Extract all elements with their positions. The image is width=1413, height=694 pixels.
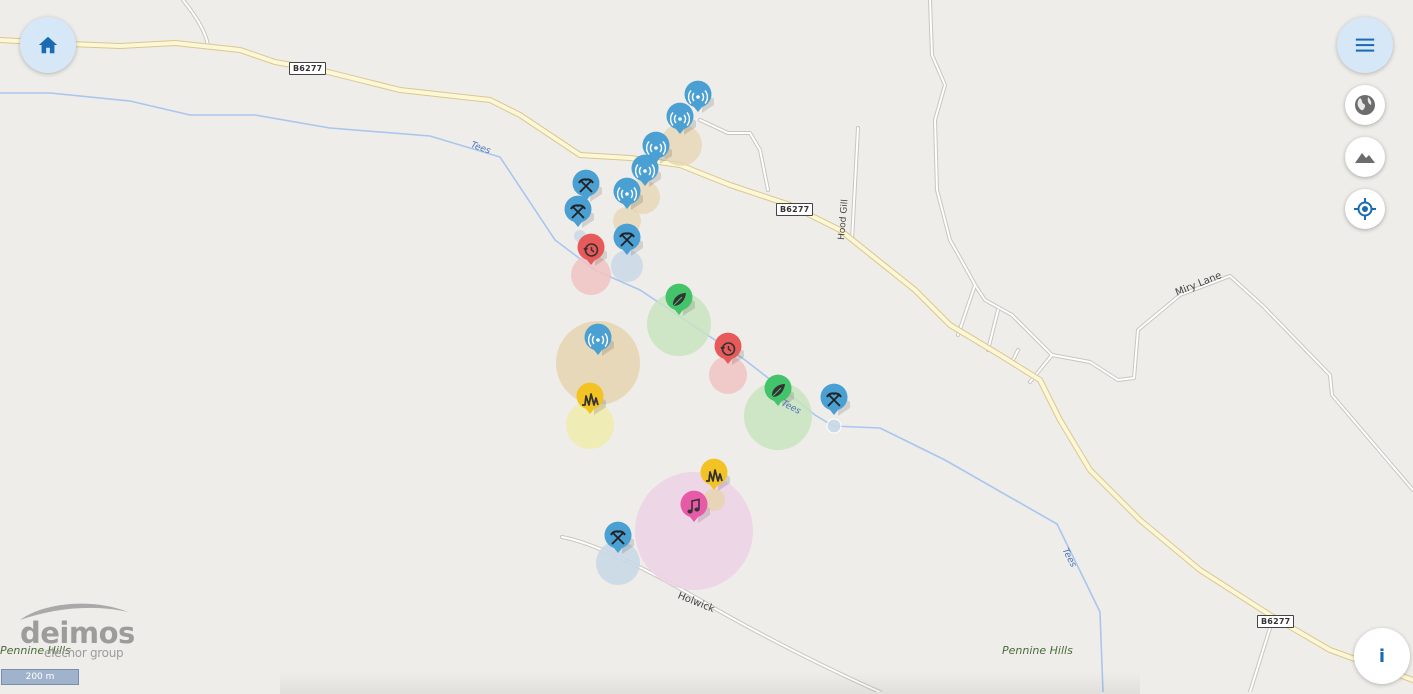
- map-canvas[interactable]: [0, 0, 1413, 692]
- logo-text: deimos: [20, 616, 135, 650]
- deimos-logo: deimos elecnor group: [14, 600, 135, 662]
- terrain-button[interactable]: [1345, 137, 1385, 177]
- road-shield-b6277: B6277: [776, 203, 814, 216]
- home-icon: [38, 36, 58, 54]
- home-button[interactable]: [20, 17, 76, 73]
- logo-subtext: elecnor group: [44, 646, 124, 660]
- road-shield-b6277: B6277: [289, 62, 327, 75]
- basemap-globe-button[interactable]: [1345, 85, 1385, 125]
- locate-button[interactable]: [1345, 189, 1385, 229]
- circle-music: [635, 472, 753, 590]
- locate-icon: [1354, 198, 1376, 220]
- menu-button[interactable]: [1337, 17, 1393, 73]
- info-button[interactable]: i: [1354, 628, 1410, 684]
- mountain-icon: [1355, 153, 1375, 163]
- region-label-pennine-hills: Pennine Hills: [1002, 644, 1073, 657]
- scale-bar: 200 m: [1, 669, 79, 685]
- menu-icon: [1355, 38, 1375, 52]
- globe-icon: [1355, 95, 1375, 115]
- circle-mining-3: [826, 418, 842, 434]
- road-shield-b6277: B6277: [1257, 615, 1295, 628]
